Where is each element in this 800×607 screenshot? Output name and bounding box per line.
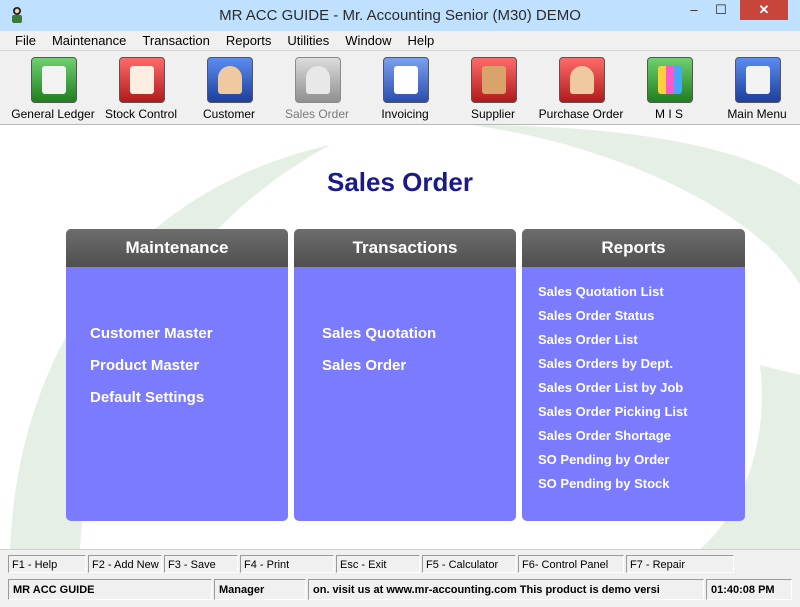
toolbar-purchase-order[interactable]: Purchase Order: [536, 53, 626, 123]
buyer-icon: [559, 57, 605, 103]
maximize-button[interactable]: ☐: [708, 0, 734, 20]
menu-window[interactable]: Window: [337, 31, 399, 50]
menu-help[interactable]: Help: [400, 31, 443, 50]
toolbar: General Ledger Stock Control Customer Sa…: [0, 51, 800, 125]
link-sales-quotation[interactable]: Sales Quotation: [322, 325, 436, 357]
fkey-control-panel[interactable]: F6- Control Panel: [518, 555, 624, 573]
toolbar-label: Invoicing: [381, 107, 429, 121]
link-sales-orders-by-dept[interactable]: Sales Orders by Dept.: [538, 356, 688, 380]
salesperson-icon: [295, 57, 341, 103]
toolbar-sales-order[interactable]: Sales Order: [272, 53, 362, 123]
fkey-print[interactable]: F4 - Print: [240, 555, 334, 573]
status-time: 01:40:08 PM: [706, 579, 792, 600]
status-bar: MR ACC GUIDE Manager on. visit us at www…: [0, 576, 800, 607]
menu-utilities[interactable]: Utilities: [279, 31, 337, 50]
menu-bar: File Maintenance Transaction Reports Uti…: [0, 31, 800, 51]
link-so-pending-by-order[interactable]: SO Pending by Order: [538, 452, 688, 476]
delivery-person-icon: [471, 57, 517, 103]
toolbar-customer[interactable]: Customer: [184, 53, 274, 123]
toolbar-stock-control[interactable]: Stock Control: [96, 53, 186, 123]
link-sales-order-picking-list[interactable]: Sales Order Picking List: [538, 404, 688, 428]
status-user: Manager: [214, 579, 306, 600]
fkey-calculator[interactable]: F5 - Calculator: [422, 555, 516, 573]
toolbar-label: Customer: [202, 107, 255, 121]
toolbar-label: Sales Order: [284, 107, 350, 121]
link-sales-order[interactable]: Sales Order: [322, 357, 436, 389]
toolbar-mis[interactable]: M I S: [624, 53, 714, 123]
transactions-panel: Transactions Sales Quotation Sales Order: [294, 229, 516, 521]
close-button[interactable]: ✕: [740, 0, 788, 20]
toolbar-main-menu[interactable]: Main Menu: [712, 53, 800, 123]
invoice-icon: [383, 57, 429, 103]
person-icon: [207, 57, 253, 103]
maintenance-panel: Maintenance Customer Master Product Mast…: [66, 229, 288, 521]
menu-file[interactable]: File: [8, 31, 44, 50]
panel-heading: Transactions: [294, 229, 516, 267]
minimize-button[interactable]: –: [680, 0, 708, 20]
link-sales-order-status[interactable]: Sales Order Status: [538, 308, 688, 332]
link-so-pending-by-stock[interactable]: SO Pending by Stock: [538, 476, 688, 500]
reports-panel: Reports Sales Quotation List Sales Order…: [522, 229, 745, 521]
menu-reports[interactable]: Reports: [218, 31, 280, 50]
exit-door-icon: [735, 57, 781, 103]
toolbar-invoicing[interactable]: Invoicing: [360, 53, 450, 123]
menu-transaction[interactable]: Transaction: [134, 31, 217, 50]
fkey-exit[interactable]: Esc - Exit: [336, 555, 420, 573]
clipboard-icon: [119, 57, 165, 103]
status-company: MR ACC GUIDE: [8, 579, 212, 600]
menu-maintenance[interactable]: Maintenance: [44, 31, 134, 50]
link-sales-order-list-by-job[interactable]: Sales Order List by Job: [538, 380, 688, 404]
toolbar-label: Supplier: [470, 107, 516, 121]
link-default-settings[interactable]: Default Settings: [90, 389, 213, 421]
panel-heading: Reports: [522, 229, 745, 267]
toolbar-label: Main Menu: [727, 107, 787, 121]
toolbar-label: General Ledger: [11, 107, 95, 121]
link-product-master[interactable]: Product Master: [90, 357, 213, 389]
status-message: on. visit us at www.mr-accounting.com Th…: [308, 579, 704, 600]
link-sales-quotation-list[interactable]: Sales Quotation List: [538, 284, 688, 308]
toolbar-label: Purchase Order: [538, 107, 624, 121]
fkey-add-new[interactable]: F2 - Add New: [88, 555, 162, 573]
chart-blocks-icon: [647, 57, 693, 103]
link-customer-master[interactable]: Customer Master: [90, 325, 213, 357]
ledger-calculator-icon: [31, 57, 77, 103]
title-bar: MR ACC GUIDE - Mr. Accounting Senior (M3…: [0, 0, 800, 31]
fkey-help[interactable]: F1 - Help: [8, 555, 86, 573]
panel-heading: Maintenance: [66, 229, 288, 267]
link-sales-order-shortage[interactable]: Sales Order Shortage: [538, 428, 688, 452]
link-sales-order-list[interactable]: Sales Order List: [538, 332, 688, 356]
function-key-bar: F1 - Help F2 - Add New F3 - Save F4 - Pr…: [0, 549, 800, 589]
main-area: Sales Order Maintenance Customer Master …: [0, 125, 800, 549]
toolbar-general-ledger[interactable]: General Ledger: [8, 53, 98, 123]
page-title: Sales Order: [327, 167, 473, 197]
fkey-save[interactable]: F3 - Save: [164, 555, 238, 573]
toolbar-supplier[interactable]: Supplier: [448, 53, 538, 123]
toolbar-label: Stock Control: [104, 107, 178, 121]
toolbar-label: M I S: [654, 107, 683, 121]
fkey-repair-database[interactable]: F7 - Repair Database: [626, 555, 734, 589]
